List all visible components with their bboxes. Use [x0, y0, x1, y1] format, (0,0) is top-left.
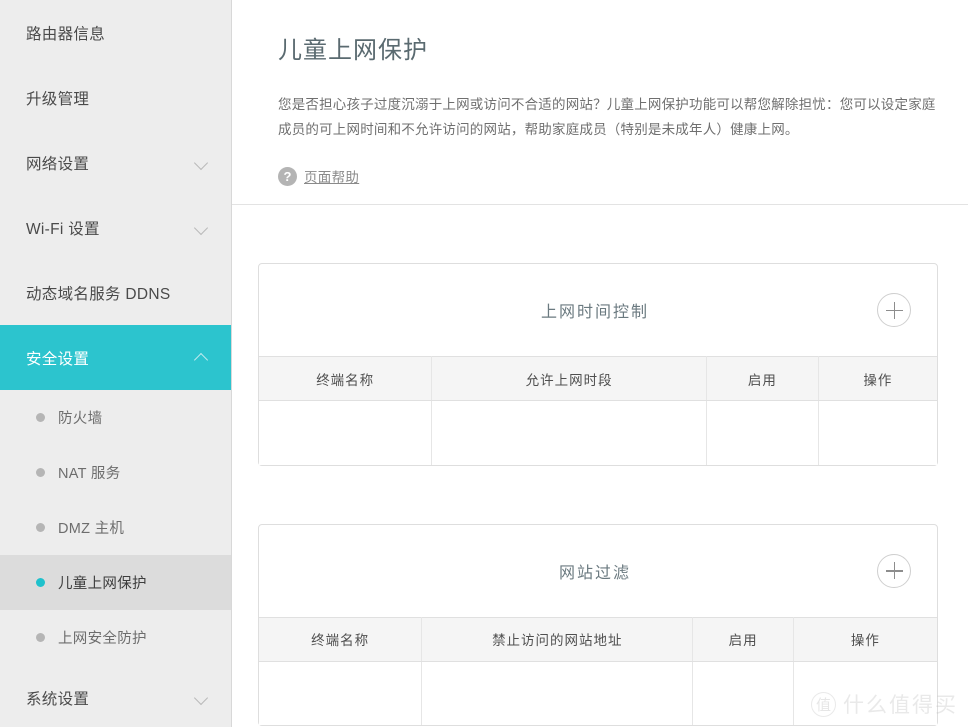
- sidebar-subitem-firewall[interactable]: 防火墙: [0, 390, 231, 445]
- add-time-rule-button[interactable]: [877, 293, 911, 327]
- panel-time-control: 上网时间控制 终端名称 允许上网时段 启用 操作: [258, 263, 938, 466]
- table-body: [259, 661, 937, 725]
- add-filter-rule-button[interactable]: [877, 553, 911, 588]
- sidebar-subitem-label: 防火墙: [58, 411, 103, 427]
- table-row: [259, 661, 937, 725]
- main-content: 儿童上网保护 您是否担心孩子过度沉溺于上网或访问不合适的网站？儿童上网保护功能可…: [232, 0, 968, 727]
- plus-icon: [885, 301, 903, 319]
- sidebar-subitem-label: 儿童上网保护: [58, 576, 147, 592]
- page-help-row[interactable]: ? 页面帮助: [278, 166, 938, 186]
- router-admin-page: 路由器信息 升级管理 网络设置 Wi-Fi 设置 动态域名服务 DDNS 安全设…: [0, 0, 968, 727]
- page-header: 儿童上网保护 您是否担心孩子过度沉溺于上网或访问不合适的网站？儿童上网保护功能可…: [232, 0, 968, 205]
- bullet-icon: [36, 413, 45, 422]
- cell-device-name: [259, 661, 423, 725]
- sidebar-item-network[interactable]: 网络设置: [0, 130, 231, 195]
- sidebar-subitem-online-protection[interactable]: 上网安全防护: [0, 610, 231, 665]
- table-header-row: 终端名称 允许上网时段 启用 操作: [259, 356, 937, 401]
- sidebar-item-ddns[interactable]: 动态域名服务 DDNS: [0, 260, 231, 325]
- sidebar-item-wifi[interactable]: Wi-Fi 设置: [0, 195, 231, 260]
- sidebar: 路由器信息 升级管理 网络设置 Wi-Fi 设置 动态域名服务 DDNS 安全设…: [0, 0, 232, 727]
- time-control-table: 终端名称 允许上网时段 启用 操作: [259, 356, 937, 465]
- column-header-enable: 启用: [692, 616, 794, 662]
- table-header-row: 终端名称 禁止访问的网站地址 启用 操作: [259, 616, 937, 662]
- sidebar-item-system[interactable]: 系统设置: [0, 665, 231, 727]
- sidebar-item-label: 路由器信息: [26, 25, 106, 43]
- bullet-icon-active: [36, 578, 45, 587]
- cell-action: [818, 400, 937, 465]
- column-header-action: 操作: [818, 356, 937, 401]
- column-header-blocked-url: 禁止访问的网站地址: [421, 616, 694, 662]
- table-row: [259, 400, 937, 465]
- panel-title: 上网时间控制: [540, 304, 649, 321]
- cell-device-name: [259, 400, 433, 465]
- chevron-down-icon: [195, 156, 209, 170]
- sidebar-subnav-security: 防火墙 NAT 服务 DMZ 主机 儿童上网保护 上网安全防护: [0, 390, 231, 665]
- column-header-device-name: 终端名称: [259, 616, 423, 662]
- sidebar-subitem-parental-control[interactable]: 儿童上网保护: [0, 555, 231, 610]
- column-header-enable: 启用: [706, 356, 819, 401]
- sidebar-item-upgrade[interactable]: 升级管理: [0, 65, 231, 130]
- plus-icon: [885, 562, 903, 579]
- sidebar-subitem-nat[interactable]: NAT 服务: [0, 445, 231, 500]
- chevron-down-icon: [195, 221, 209, 235]
- cell-allowed-time: [431, 400, 707, 465]
- chevron-down-icon: [195, 691, 209, 705]
- sidebar-item-label: 网络设置: [26, 155, 90, 173]
- column-header-device-name: 终端名称: [259, 356, 433, 401]
- column-header-allowed-time: 允许上网时段: [431, 356, 707, 401]
- chevron-up-icon: [195, 351, 209, 365]
- sidebar-item-label: Wi-Fi 设置: [26, 220, 100, 238]
- panel-header: 上网时间控制: [259, 264, 937, 356]
- sidebar-subitem-label: NAT 服务: [58, 466, 121, 482]
- cell-blocked-url: [421, 661, 694, 725]
- panel-title: 网站过滤: [558, 564, 631, 582]
- page-help-link[interactable]: 页面帮助: [304, 166, 359, 186]
- sidebar-subitem-dmz[interactable]: DMZ 主机: [0, 500, 231, 555]
- sidebar-item-label: 动态域名服务 DDNS: [26, 285, 171, 303]
- sidebar-subitem-label: DMZ 主机: [58, 521, 125, 537]
- bullet-icon: [36, 468, 45, 477]
- table-body: [259, 400, 937, 465]
- bullet-icon: [36, 523, 45, 532]
- cell-enable: [706, 400, 819, 465]
- sidebar-item-label: 升级管理: [26, 90, 90, 108]
- panel-website-filter: 网站过滤 终端名称 禁止访问的网站地址 启用 操作: [258, 523, 938, 726]
- sidebar-item-router-info[interactable]: 路由器信息: [0, 0, 231, 65]
- page-description: 您是否担心孩子过度沉溺于上网或访问不合适的网站？儿童上网保护功能可以帮您解除担忧…: [278, 97, 936, 137]
- bullet-icon: [36, 633, 45, 642]
- cell-enable: [692, 661, 794, 725]
- website-filter-table: 终端名称 禁止访问的网站地址 启用 操作: [259, 616, 937, 725]
- question-mark-icon: ?: [278, 166, 297, 186]
- panels-container: 上网时间控制 终端名称 允许上网时段 启用 操作 网站过滤 终端名称 禁止访问的…: [232, 263, 968, 726]
- sidebar-item-security[interactable]: 安全设置: [0, 325, 231, 390]
- column-header-action: 操作: [793, 616, 937, 662]
- cell-action: [793, 661, 937, 725]
- sidebar-subitem-label: 上网安全防护: [58, 631, 147, 647]
- page-title: 儿童上网保护: [278, 37, 428, 64]
- panel-header: 网站过滤: [259, 525, 937, 617]
- sidebar-item-label: 安全设置: [26, 350, 90, 368]
- sidebar-item-label: 系统设置: [26, 690, 90, 708]
